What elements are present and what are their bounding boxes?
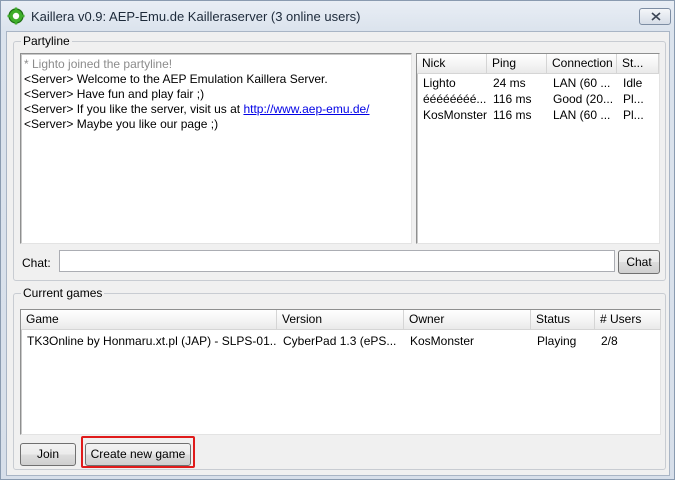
chat-input[interactable] — [59, 250, 615, 272]
log-message-text: <Server> If you like the server, visit u… — [24, 102, 244, 116]
user-status: Pl... — [623, 108, 644, 122]
column-header-status[interactable]: St... — [617, 54, 659, 74]
games-list[interactable]: Game Version Owner Status # Users TK3Onl… — [20, 309, 661, 435]
client-area: Partyline * Lighto joined the partyline!… — [6, 31, 670, 476]
column-header-users[interactable]: # Users — [595, 310, 661, 330]
log-message: <Server> Welcome to the AEP Emulation Ka… — [24, 72, 328, 86]
user-status: Pl... — [623, 92, 644, 106]
column-header-game[interactable]: Game — [21, 310, 277, 330]
close-window-button[interactable] — [639, 8, 671, 25]
chat-send-button[interactable]: Chat — [618, 250, 660, 274]
title-bar[interactable]: Kaillera v0.9: AEP-Emu.de Kailleraserver… — [1, 1, 674, 31]
aep-emu-link[interactable]: http://www.aep-emu.de/ — [243, 102, 369, 116]
column-header-connection[interactable]: Connection — [547, 54, 617, 74]
chat-label: Chat: — [22, 256, 51, 270]
partyline-group-label: Partyline — [21, 34, 72, 48]
log-message: <Server> Maybe you like our page ;) — [24, 117, 219, 131]
user-nick: Lighto — [423, 76, 456, 90]
kaillera-window: Kaillera v0.9: AEP-Emu.de Kailleraserver… — [0, 0, 675, 480]
kaillera-app-icon — [7, 7, 25, 25]
user-ping: 24 ms — [493, 76, 526, 90]
partyline-group: Partyline * Lighto joined the partyline!… — [13, 34, 666, 281]
user-nick: KosMonster — [423, 108, 487, 122]
user-connection: LAN (60 ... — [553, 108, 611, 122]
close-icon — [651, 12, 661, 21]
column-header-status[interactable]: Status — [531, 310, 595, 330]
column-header-ping[interactable]: Ping — [487, 54, 547, 74]
user-connection: Good (20... — [553, 92, 614, 106]
window-title: Kaillera v0.9: AEP-Emu.de Kailleraserver… — [31, 9, 361, 24]
game-owner: KosMonster — [410, 334, 475, 348]
game-status: Playing — [537, 334, 577, 348]
user-ping: 116 ms — [493, 108, 532, 122]
current-games-group-label: Current games — [21, 286, 105, 300]
partyline-log[interactable]: * Lighto joined the partyline! <Server> … — [20, 53, 412, 244]
column-header-owner[interactable]: Owner — [404, 310, 531, 330]
log-message: <Server> If you like the server, visit u… — [24, 102, 370, 117]
user-nick: éééééééé... — [423, 92, 487, 106]
user-connection: LAN (60 ... — [553, 76, 611, 90]
game-name: TK3Online by Honmaru.xt.pl (JAP) - SLPS-… — [27, 334, 277, 348]
user-status: Idle — [623, 76, 643, 90]
create-new-game-button[interactable]: Create new game — [85, 443, 191, 466]
game-version: CyberPad 1.3 (ePS... — [283, 334, 397, 348]
join-button[interactable]: Join — [20, 443, 76, 466]
column-header-nick[interactable]: Nick — [417, 54, 487, 74]
log-message: <Server> Have fun and play fair ;) — [24, 87, 205, 101]
game-users: 2/8 — [601, 334, 618, 348]
column-header-version[interactable]: Version — [277, 310, 404, 330]
user-list[interactable]: Nick Ping Connection St... Lighto 24 ms … — [416, 53, 660, 244]
log-message: * Lighto joined the partyline! — [24, 57, 173, 71]
user-ping: 116 ms — [493, 92, 532, 106]
